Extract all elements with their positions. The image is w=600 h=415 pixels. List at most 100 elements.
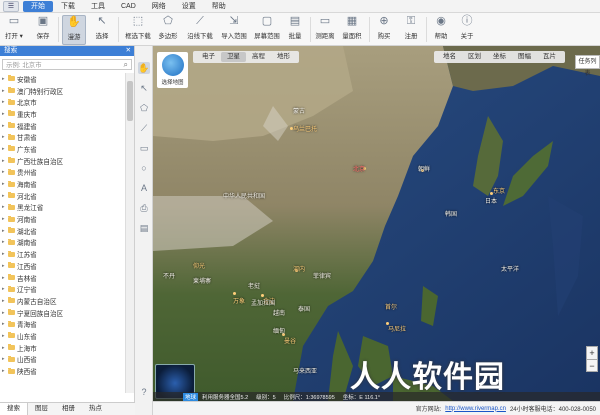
search-icon[interactable]: ⌕	[124, 60, 128, 70]
overlay-sheets[interactable]: 图幅	[512, 52, 537, 62]
search-input[interactable]: 示例: 北京市 ⌕	[2, 59, 132, 70]
expand-arrow-icon[interactable]: ▸	[2, 239, 7, 245]
tree-item[interactable]: ▸ 上海市	[0, 342, 125, 354]
zoom-in-button[interactable]: +	[587, 347, 597, 360]
clear-tool-icon[interactable]: ▤	[138, 222, 150, 234]
tree-item[interactable]: ▸ 河南省	[0, 213, 125, 225]
pointer-tool-icon[interactable]: ↖	[138, 82, 150, 94]
polygon-button[interactable]: ⬠ 多边形	[156, 15, 180, 45]
tree-item[interactable]: ▸ 福建省	[0, 120, 125, 132]
tree-item[interactable]: ▸ 湖南省	[0, 237, 125, 249]
tree-item[interactable]: ▸ 广西壮族自治区	[0, 155, 125, 167]
overlay-placenames[interactable]: 地名	[437, 52, 462, 62]
menu-item-tools[interactable]: 工具	[83, 1, 113, 12]
expand-arrow-icon[interactable]: ▸	[2, 111, 7, 117]
print-tool-icon[interactable]: ⎙	[138, 202, 150, 214]
expand-arrow-icon[interactable]: ▸	[2, 321, 7, 327]
expand-arrow-icon[interactable]: ▸	[2, 228, 7, 234]
import-range-button[interactable]: ⇲ 导入范围	[219, 15, 249, 45]
expand-arrow-icon[interactable]: ▸	[2, 286, 7, 292]
tab-hotspots[interactable]: 热点	[82, 403, 109, 415]
help-tool-icon[interactable]: ?	[138, 386, 150, 398]
polygon-tool-icon[interactable]: ⬠	[138, 102, 150, 114]
pan-tool-icon[interactable]: ✋	[138, 62, 150, 74]
expand-arrow-icon[interactable]: ▸	[2, 216, 7, 222]
expand-arrow-icon[interactable]: ▸	[2, 345, 7, 351]
expand-arrow-icon[interactable]: ▸	[2, 181, 7, 187]
expand-arrow-icon[interactable]: ▸	[2, 275, 7, 281]
expand-arrow-icon[interactable]: ▸	[2, 263, 7, 269]
overlay-tiles[interactable]: 瓦片	[537, 52, 562, 62]
tree-item[interactable]: ▸ 陕西省	[0, 365, 125, 377]
open-button[interactable]: ▭ 打开 ▾	[4, 15, 24, 45]
help-button[interactable]: ◉ 帮助	[431, 15, 451, 45]
register-button[interactable]: ⚿ 注册	[401, 15, 421, 45]
measure-area-button[interactable]: ▦ 量面积	[340, 15, 364, 45]
expand-arrow-icon[interactable]: ▸	[2, 251, 7, 257]
tab-search[interactable]: 搜索	[0, 403, 28, 415]
expand-arrow-icon[interactable]: ▸	[2, 368, 7, 374]
tree-item[interactable]: ▸ 海南省	[0, 178, 125, 190]
tree-item[interactable]: ▸ 江西省	[0, 260, 125, 272]
expand-arrow-icon[interactable]: ▸	[2, 88, 7, 94]
rect-tool-icon[interactable]: ▭	[138, 142, 150, 154]
tree-item[interactable]: ▸ 吉林省	[0, 272, 125, 284]
menu-item-settings[interactable]: 设置	[174, 1, 204, 12]
save-button[interactable]: ▣ 保存	[33, 15, 53, 45]
map-type-terrain[interactable]: 地形	[271, 52, 296, 62]
tree-item[interactable]: ▸ 澳门特别行政区	[0, 85, 125, 97]
tree-item[interactable]: ▸ 广东省	[0, 143, 125, 155]
tree-item[interactable]: ▸ 北京市	[0, 96, 125, 108]
expand-arrow-icon[interactable]: ▸	[2, 76, 7, 82]
screen-range-button[interactable]: ▢ 屏幕范围	[252, 15, 282, 45]
expand-arrow-icon[interactable]: ▸	[2, 204, 7, 210]
tree-item[interactable]: ▸ 河北省	[0, 190, 125, 202]
expand-arrow-icon[interactable]: ▸	[2, 146, 7, 152]
expand-arrow-icon[interactable]: ▸	[2, 298, 7, 304]
select-button[interactable]: ↖ 选择	[92, 15, 112, 45]
map-type-elevation[interactable]: 高程	[246, 52, 271, 62]
line-download-button[interactable]: ⟋ 沿线下载	[185, 15, 215, 45]
about-button[interactable]: ⓘ 关于	[457, 15, 477, 45]
menu-item-download[interactable]: 下载	[53, 1, 83, 12]
pan-button[interactable]: ✋ 漫游	[62, 15, 86, 45]
tree-item[interactable]: ▸ 山西省	[0, 354, 125, 366]
map-view[interactable]: 选择地图 电子 卫星 高程 地形 地名 区划 坐标 图幅 瓦片 任务列表 中华人…	[153, 46, 600, 401]
expand-arrow-icon[interactable]: ▸	[2, 99, 7, 105]
tree-item[interactable]: ▸ 甘肃省	[0, 131, 125, 143]
expand-arrow-icon[interactable]: ▸	[2, 169, 7, 175]
tree-item[interactable]: ▸ 黑龙江省	[0, 202, 125, 214]
buy-button[interactable]: ⊕ 购买	[374, 15, 394, 45]
expand-arrow-icon[interactable]: ▸	[2, 356, 7, 362]
scrollbar-thumb[interactable]	[127, 81, 133, 121]
tree-item[interactable]: ▸ 宁夏回族自治区	[0, 307, 125, 319]
expand-arrow-icon[interactable]: ▸	[2, 193, 7, 199]
box-download-button[interactable]: ⬚ 框选下载	[123, 15, 153, 45]
expand-arrow-icon[interactable]: ▸	[2, 123, 7, 129]
text-tool-icon[interactable]: A	[138, 182, 150, 194]
tree-scrollbar[interactable]	[125, 73, 134, 393]
menu-item-network[interactable]: 网络	[144, 1, 174, 12]
tab-layers[interactable]: 图层	[28, 403, 55, 415]
menu-icon[interactable]: ☰	[3, 0, 19, 12]
site-link[interactable]: http://www.rivermap.cn	[445, 406, 506, 412]
tree-item[interactable]: ▸ 辽宁省	[0, 283, 125, 295]
select-map-button[interactable]: 选择地图	[157, 52, 188, 88]
tree-item[interactable]: ▸ 青海省	[0, 318, 125, 330]
overlay-divisions[interactable]: 区划	[462, 52, 487, 62]
line-tool-icon[interactable]: ⟋	[138, 122, 150, 134]
menu-item-help[interactable]: 帮助	[204, 1, 234, 12]
tree-item[interactable]: ▸ 重庆市	[0, 108, 125, 120]
expand-arrow-icon[interactable]: ▸	[2, 158, 7, 164]
zoom-out-button[interactable]: −	[587, 360, 597, 372]
tree-item[interactable]: ▸ 内蒙古自治区	[0, 295, 125, 307]
map-type-electronic[interactable]: 电子	[196, 52, 221, 62]
overlay-coordinates[interactable]: 坐标	[487, 52, 512, 62]
tab-album[interactable]: 相册	[55, 403, 82, 415]
expand-arrow-icon[interactable]: ▸	[2, 333, 7, 339]
circle-tool-icon[interactable]: ○	[138, 162, 150, 174]
tree-item[interactable]: ▸ 湖北省	[0, 225, 125, 237]
tree-item[interactable]: ▸ 江苏省	[0, 248, 125, 260]
measure-distance-button[interactable]: ▭ 测距离	[313, 15, 337, 45]
tree-item[interactable]: ▸ 贵州省	[0, 167, 125, 179]
